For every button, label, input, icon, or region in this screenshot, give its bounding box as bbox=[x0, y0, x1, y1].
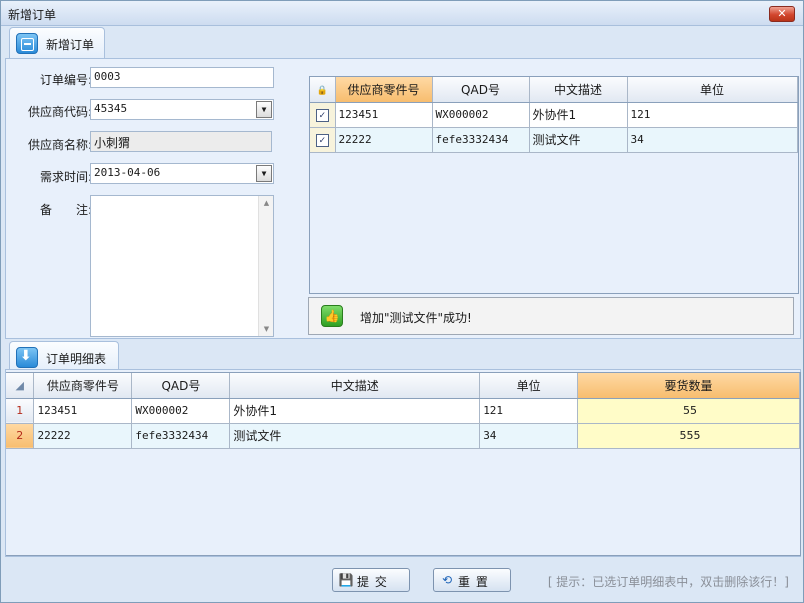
required-time-picker[interactable]: 2013-04-06 ▼ bbox=[90, 163, 274, 184]
table-row[interactable]: ✓ 22222 fefe3332434 测试文件 34 bbox=[310, 127, 798, 153]
cell-unit[interactable]: 121 bbox=[627, 102, 798, 128]
thumbs-up-icon: 👍 bbox=[321, 305, 343, 327]
remark-textarea[interactable]: ▲ ▼ bbox=[90, 195, 274, 337]
cell-desc[interactable]: 测试文件 bbox=[529, 127, 628, 153]
order-no-input[interactable]: 0003 bbox=[90, 67, 274, 88]
cell-part-no[interactable]: 123451 bbox=[33, 398, 133, 424]
column-header-desc[interactable]: 中文描述 bbox=[229, 373, 481, 399]
cell-qad[interactable]: WX000002 bbox=[131, 398, 231, 424]
checkbox[interactable]: ✓ bbox=[315, 133, 329, 147]
collapse-icon bbox=[16, 33, 38, 54]
table-row[interactable]: ✓ 123451 WX000002 外协件1 121 bbox=[310, 102, 798, 128]
chevron-down-icon[interactable]: ▼ bbox=[256, 101, 272, 118]
download-icon bbox=[16, 347, 38, 368]
supplier-code-label: 供应商代码: bbox=[27, 105, 92, 119]
select-all-header[interactable]: 🔒 bbox=[310, 77, 336, 103]
reset-icon: ⟲ bbox=[441, 573, 453, 587]
remark-scrollbar[interactable]: ▲ ▼ bbox=[258, 196, 273, 336]
detail-grid: ◢ 供应商零件号 QAD号 中文描述 单位 要货数量 1 123451 WX00… bbox=[6, 372, 801, 556]
supplier-code-select[interactable]: 45345 ▼ bbox=[90, 99, 274, 120]
tab-new-order-label: 新增订单 bbox=[46, 38, 95, 52]
scroll-down-icon[interactable]: ▼ bbox=[259, 322, 274, 336]
chevron-down-icon[interactable]: ▼ bbox=[256, 165, 272, 182]
cell-qad[interactable]: fefe3332434 bbox=[432, 127, 530, 153]
cell-part-no[interactable]: 22222 bbox=[33, 423, 133, 449]
cell-desc[interactable]: 测试文件 bbox=[229, 423, 481, 449]
parts-grid: 🔒 供应商零件号 QAD号 中文描述 单位 ✓ 123451 WX000002 … bbox=[309, 76, 799, 294]
submit-button-label: 提 交 bbox=[357, 575, 388, 589]
hint-text: [ 提示：已选订单明细表中，双击删除该行！] bbox=[547, 575, 789, 589]
column-header-qad[interactable]: QAD号 bbox=[432, 77, 530, 103]
cell-desc[interactable]: 外协件1 bbox=[229, 398, 481, 424]
cell-qad[interactable]: fefe3332434 bbox=[131, 423, 231, 449]
cell-desc[interactable]: 外协件1 bbox=[529, 102, 628, 128]
checkbox[interactable]: ✓ bbox=[315, 108, 329, 122]
column-header-qty[interactable]: 要货数量 bbox=[577, 373, 800, 399]
cell-qty[interactable]: 55 bbox=[577, 398, 800, 424]
row-checkbox-cell[interactable]: ✓ bbox=[310, 127, 336, 153]
required-time-label: 需求时间: bbox=[39, 170, 92, 184]
cell-unit[interactable]: 121 bbox=[479, 398, 579, 424]
scroll-up-icon[interactable]: ▲ bbox=[259, 196, 274, 210]
required-time-value: 2013-04-06 bbox=[94, 166, 161, 179]
order-detail-panel: ◢ 供应商零件号 QAD号 中文描述 单位 要货数量 1 123451 WX00… bbox=[5, 369, 801, 557]
column-header-part-no[interactable]: 供应商零件号 bbox=[335, 77, 433, 103]
row-number[interactable]: 2 bbox=[6, 423, 35, 449]
cell-part-no[interactable]: 123451 bbox=[335, 102, 433, 128]
column-header-unit[interactable]: 单位 bbox=[627, 77, 798, 103]
supplier-code-value: 45345 bbox=[94, 102, 128, 115]
cell-unit[interactable]: 34 bbox=[479, 423, 579, 449]
table-row[interactable]: 1 123451 WX000002 外协件1 121 55 bbox=[6, 398, 800, 424]
window-title: 新增订单 bbox=[8, 8, 57, 22]
submit-button[interactable]: 💾 提 交 bbox=[332, 568, 410, 592]
remark-label: 备 注: bbox=[39, 203, 92, 217]
tab-new-order[interactable]: 新增订单 bbox=[9, 27, 105, 58]
cell-part-no[interactable]: 22222 bbox=[335, 127, 433, 153]
cell-unit[interactable]: 34 bbox=[627, 127, 798, 153]
order-window: 新增订单 ✕ 新增订单 订单编号: 0003 供应商代码: 45345 ▼ 供应… bbox=[0, 0, 804, 603]
tab-order-detail-label: 订单明细表 bbox=[46, 352, 107, 366]
cell-qad[interactable]: WX000002 bbox=[432, 102, 530, 128]
column-header-part-no[interactable]: 供应商零件号 bbox=[33, 373, 133, 399]
row-checkbox-cell[interactable]: ✓ bbox=[310, 102, 336, 128]
success-notice: 👍 增加"测试文件"成功! bbox=[308, 297, 794, 335]
title-bar: 新增订单 ✕ bbox=[1, 1, 803, 26]
close-button[interactable]: ✕ bbox=[769, 6, 795, 22]
table-row[interactable]: 2 22222 fefe3332434 测试文件 34 555 bbox=[6, 423, 800, 449]
corner-header[interactable]: ◢ bbox=[6, 373, 35, 399]
row-number[interactable]: 1 bbox=[6, 398, 35, 424]
tab-order-detail[interactable]: 订单明细表 bbox=[9, 341, 119, 372]
column-header-unit[interactable]: 单位 bbox=[479, 373, 579, 399]
reset-button[interactable]: ⟲ 重 置 bbox=[433, 568, 511, 592]
order-no-label: 订单编号: bbox=[39, 73, 92, 87]
column-header-qad[interactable]: QAD号 bbox=[131, 373, 231, 399]
save-icon: 💾 bbox=[338, 573, 354, 587]
notice-text: 增加"测试文件"成功! bbox=[360, 311, 472, 325]
cell-qty[interactable]: 555 bbox=[577, 423, 800, 449]
column-header-desc[interactable]: 中文描述 bbox=[529, 77, 628, 103]
supplier-name-field: 小刺猬 bbox=[90, 131, 272, 152]
supplier-name-label: 供应商名称: bbox=[27, 138, 92, 152]
reset-button-label: 重 置 bbox=[458, 575, 489, 589]
